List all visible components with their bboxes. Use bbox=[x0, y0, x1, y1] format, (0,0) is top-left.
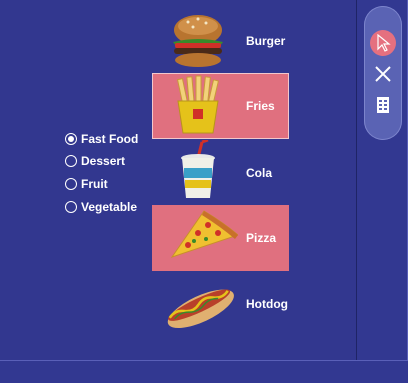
cola-image bbox=[181, 140, 215, 198]
radio-unchecked-icon bbox=[65, 155, 77, 167]
food-item-cola[interactable]: Cola bbox=[152, 140, 289, 206]
pizza-image bbox=[170, 210, 238, 258]
radio-label: Fruit bbox=[81, 177, 108, 191]
radio-fast-food[interactable]: Fast Food bbox=[65, 131, 138, 147]
food-item-burger[interactable]: Burger bbox=[152, 8, 289, 74]
document-tool-button[interactable] bbox=[370, 92, 396, 118]
food-item-hotdog[interactable]: Hotdog bbox=[152, 271, 289, 337]
document-icon bbox=[377, 97, 389, 113]
food-label-cola: Cola bbox=[246, 166, 273, 180]
close-tool-button[interactable] bbox=[370, 61, 396, 87]
food-label-pizza: Pizza bbox=[246, 231, 277, 245]
burger-image bbox=[173, 15, 223, 67]
pointer-icon bbox=[377, 34, 391, 52]
radio-fruit[interactable]: Fruit bbox=[65, 176, 108, 192]
hotdog-image bbox=[167, 289, 234, 329]
radio-dessert[interactable]: Dessert bbox=[65, 153, 125, 169]
radio-checked-icon bbox=[65, 133, 77, 145]
radio-vegetable[interactable]: Vegetable bbox=[65, 199, 137, 215]
close-icon bbox=[375, 66, 391, 82]
food-item-fries[interactable]: Fries bbox=[152, 73, 289, 139]
toolbar-panel bbox=[364, 6, 402, 140]
radio-unchecked-icon bbox=[65, 201, 77, 213]
food-item-pizza[interactable]: Pizza bbox=[152, 205, 289, 271]
fries-image bbox=[176, 75, 219, 134]
food-label-burger: Burger bbox=[246, 34, 286, 48]
radio-label: Fast Food bbox=[81, 132, 139, 146]
food-label-hotdog: Hotdog bbox=[246, 297, 288, 311]
radio-label: Vegetable bbox=[81, 200, 138, 214]
pointer-tool-button[interactable] bbox=[370, 30, 396, 56]
main-area: Burger Fries Cola Pizza Hotdog Fast Food… bbox=[0, 0, 356, 360]
radio-label: Dessert bbox=[81, 154, 126, 168]
status-bar bbox=[0, 360, 408, 383]
radio-unchecked-icon bbox=[65, 178, 77, 190]
food-label-fries: Fries bbox=[246, 99, 275, 113]
